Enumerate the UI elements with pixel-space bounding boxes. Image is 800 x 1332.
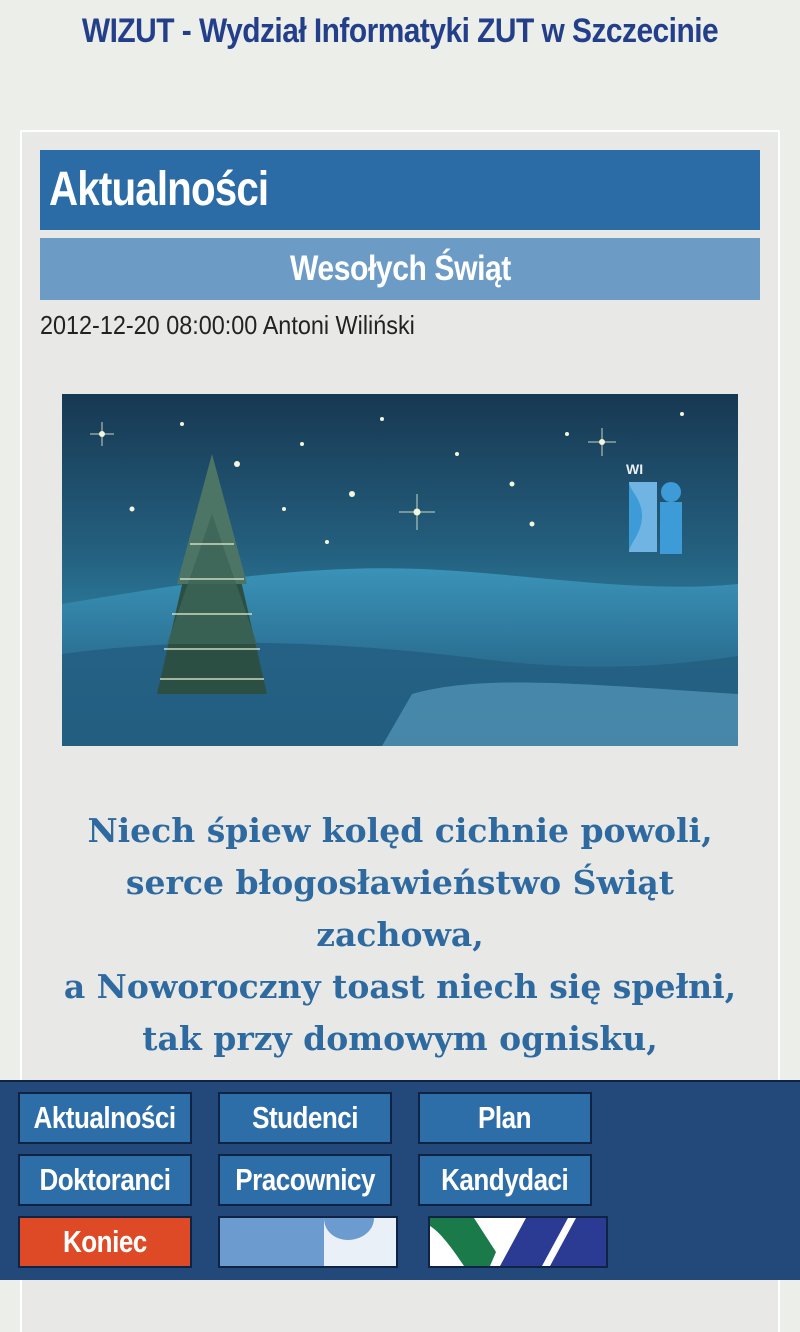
article-meta: 2012-12-20 08:00:00 Antoni Wiliński: [40, 310, 420, 341]
section-title: Aktualności: [49, 163, 269, 216]
svg-text:WI: WI: [626, 461, 643, 477]
nav-button-aktualnosci[interactable]: Aktualności: [18, 1092, 192, 1144]
article-author: Antoni Wiliński: [262, 310, 415, 340]
poem-line: Niech śpiew kolęd cichnie powoli,: [87, 811, 713, 850]
site-title: WIZUT - Wydział Informatyki ZUT w Szczec…: [81, 12, 719, 50]
wi-logo-icon: [220, 1218, 396, 1266]
nav-button-pracownicy[interactable]: Pracownicy: [218, 1154, 392, 1206]
exit-button[interactable]: Koniec: [18, 1216, 192, 1268]
article-title-bar[interactable]: Wesołych Świąt: [40, 238, 760, 300]
wi-logo-button[interactable]: [218, 1216, 398, 1268]
poem-line: serce błogosławieństwo Świąt: [125, 863, 675, 902]
nav-button-doktoranci[interactable]: Doktoranci: [18, 1154, 192, 1206]
article-date: 2012-12-20 08:00:00: [40, 310, 258, 340]
article-title[interactable]: Wesołych Świąt: [290, 238, 511, 300]
poem-line: tak przy domowym ognisku,: [142, 1019, 658, 1058]
greeting-poem: Niech śpiew kolęd cichnie powoli, serce …: [40, 805, 760, 1065]
section-header: Aktualności: [40, 150, 760, 230]
zut-logo-icon: [430, 1218, 606, 1266]
christmas-greeting-image: WI: [62, 394, 738, 746]
nav-button-studenci[interactable]: Studenci: [218, 1092, 392, 1144]
poem-line: a Noworoczny toast niech się spełni,: [63, 967, 737, 1006]
nav-button-kandydaci[interactable]: Kandydaci: [418, 1154, 592, 1206]
bottom-navigation: Aktualności Studenci Plan Doktoranci Pra…: [0, 1080, 800, 1280]
poem-line: zachowa,: [316, 915, 484, 954]
nav-button-plan[interactable]: Plan: [418, 1092, 592, 1144]
zut-logo-button[interactable]: [428, 1216, 608, 1268]
